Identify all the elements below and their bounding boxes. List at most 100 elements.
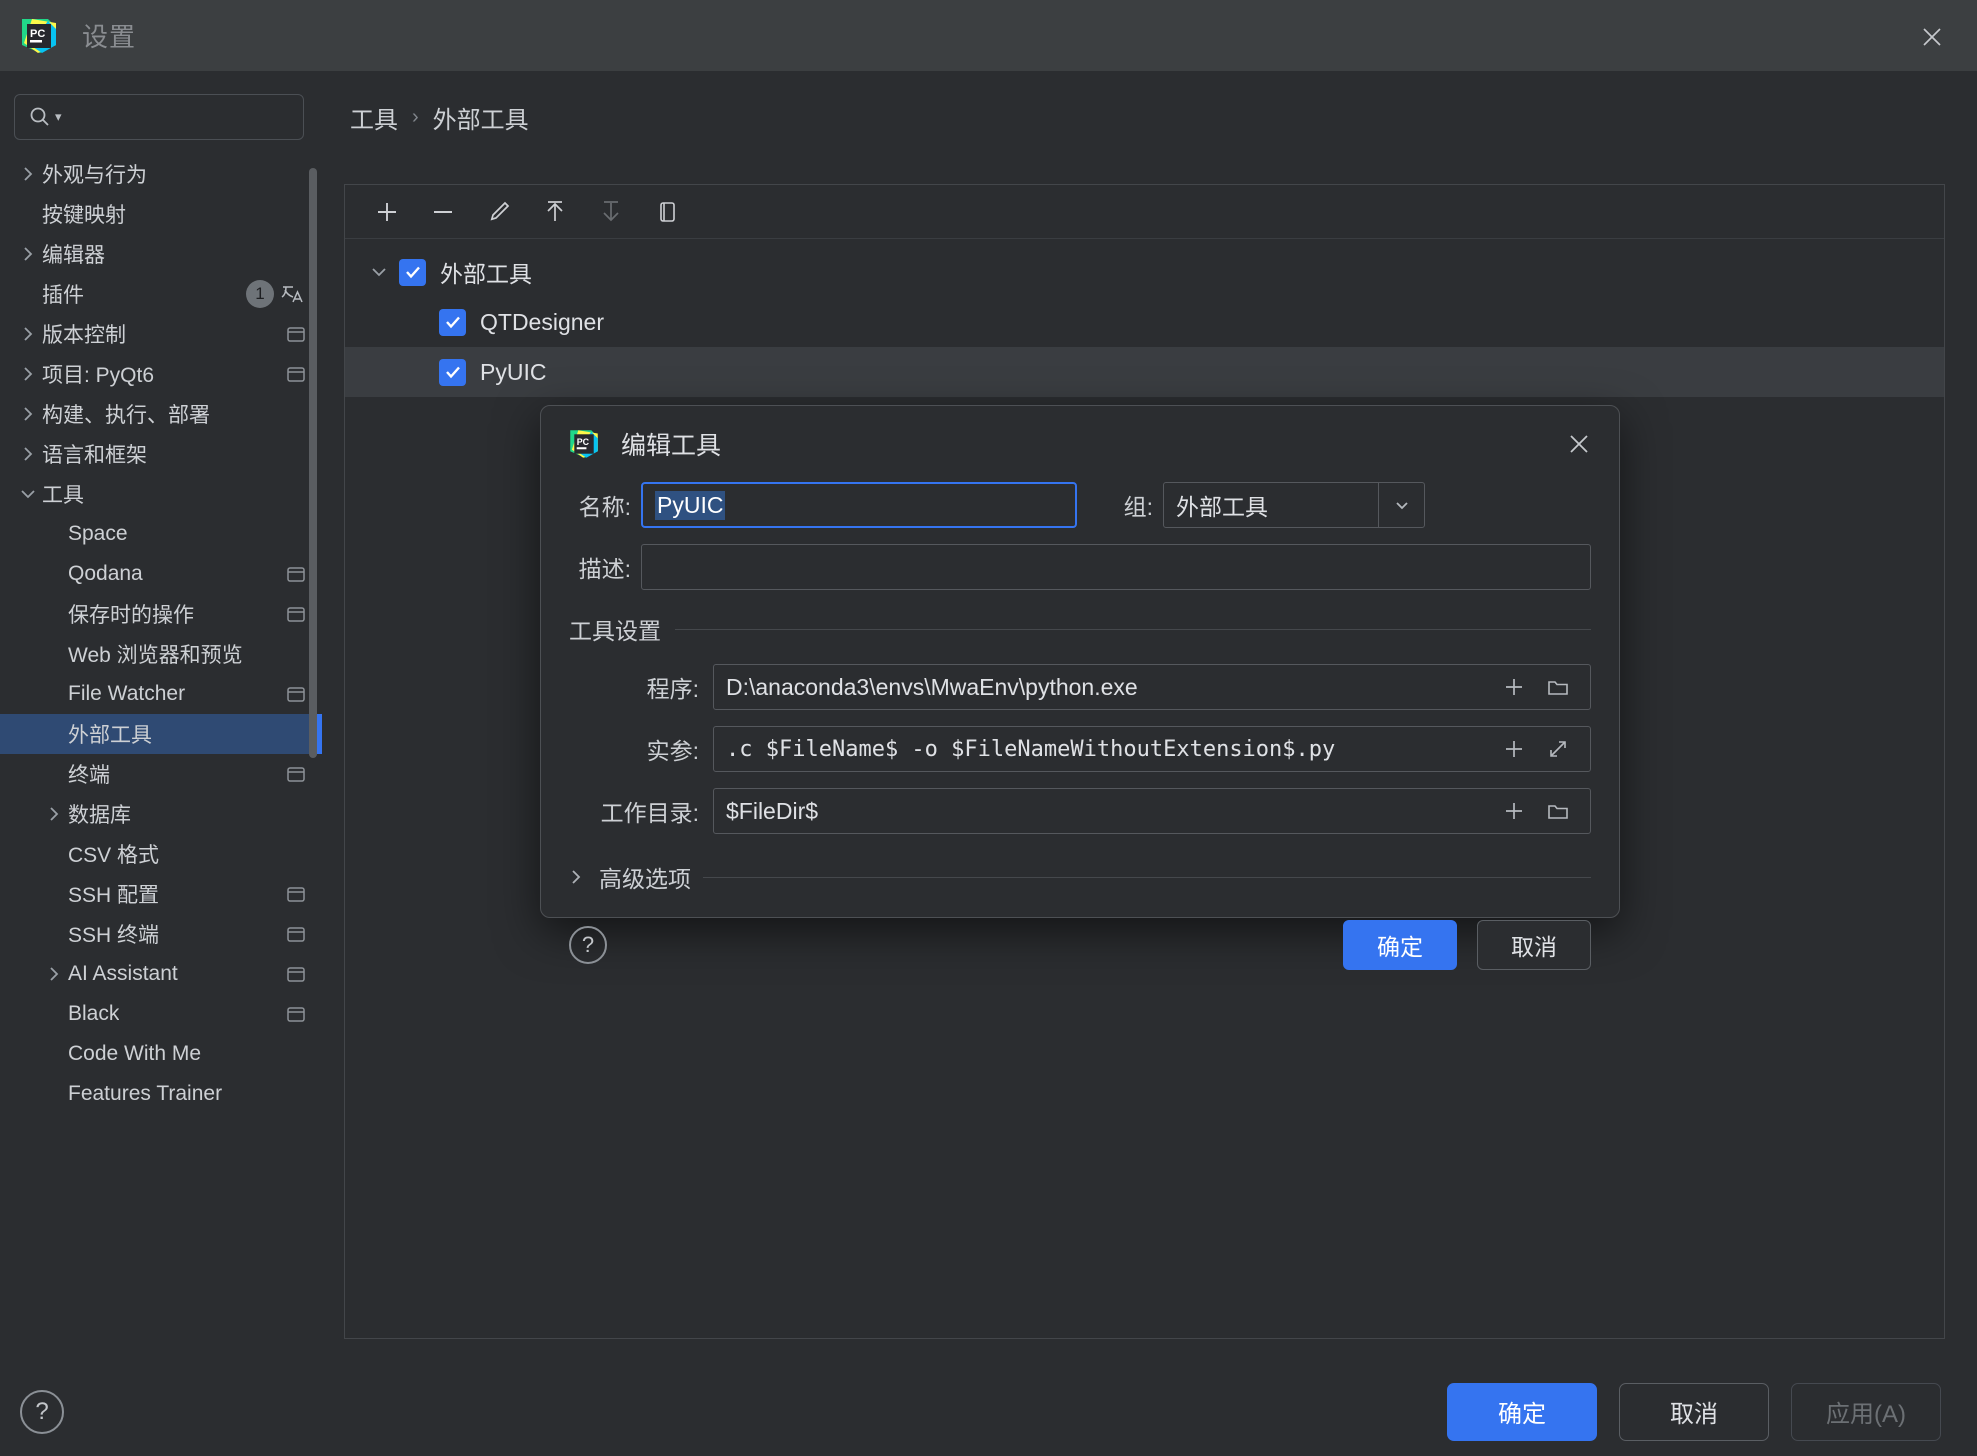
chevron-right-icon[interactable] bbox=[40, 805, 68, 823]
copy-icon bbox=[653, 198, 681, 226]
sidebar-item-12[interactable]: Web 浏览器和预览 bbox=[0, 634, 322, 674]
remove-tool-button[interactable] bbox=[415, 189, 471, 235]
checkbox[interactable] bbox=[439, 309, 466, 336]
sidebar-item-5[interactable]: 项目: PyQt6 bbox=[0, 354, 322, 394]
checkbox[interactable] bbox=[399, 259, 426, 286]
sidebar-item-10[interactable]: Qodana bbox=[0, 554, 322, 594]
divider bbox=[703, 877, 1591, 878]
sidebar-item-18[interactable]: SSH 配置 bbox=[0, 874, 322, 914]
sidebar-item-17[interactable]: CSV 格式 bbox=[0, 834, 322, 874]
workdir-field-actions bbox=[1494, 790, 1578, 832]
plus-icon[interactable] bbox=[1494, 790, 1534, 832]
sidebar-item-label: CSV 格式 bbox=[68, 839, 159, 869]
plus-icon[interactable] bbox=[1494, 666, 1534, 708]
table-row[interactable]: PyUIC bbox=[345, 347, 1944, 397]
sidebar-item-4[interactable]: 版本控制 bbox=[0, 314, 322, 354]
sidebar-item-11[interactable]: 保存时的操作 bbox=[0, 594, 322, 634]
chevron-right-icon[interactable] bbox=[14, 325, 42, 343]
folder-icon[interactable] bbox=[1538, 790, 1578, 832]
sidebar-item-label: Features Trainer bbox=[68, 1082, 222, 1106]
sidebar-scrollbar-thumb[interactable] bbox=[309, 168, 317, 758]
program-row: 程序: D:\anaconda3\envs\MwaEnv\python.exe bbox=[569, 664, 1591, 710]
tool-name-label: QTDesigner bbox=[480, 309, 604, 336]
question-mark-icon[interactable]: ? bbox=[20, 1390, 64, 1434]
workdir-input[interactable]: $FileDir$ bbox=[713, 788, 1591, 834]
program-input[interactable]: D:\anaconda3\envs\MwaEnv\python.exe bbox=[713, 664, 1591, 710]
cancel-button[interactable]: 取消 bbox=[1619, 1383, 1769, 1441]
advanced-options-label: 高级选项 bbox=[599, 860, 691, 894]
project-scope-icon bbox=[284, 322, 308, 346]
chevron-right-icon[interactable] bbox=[14, 405, 42, 423]
dialog-cancel-button[interactable]: 取消 bbox=[1477, 920, 1591, 970]
sidebar-item-15[interactable]: 终端 bbox=[0, 754, 322, 794]
search-box[interactable]: ▾ bbox=[14, 94, 304, 140]
sidebar-item-label: 项目: PyQt6 bbox=[42, 359, 154, 389]
folder-icon[interactable] bbox=[1538, 666, 1578, 708]
chevron-down-icon[interactable] bbox=[14, 486, 42, 502]
sidebar-item-0[interactable]: 外观与行为 bbox=[0, 154, 322, 194]
chevron-down-icon[interactable] bbox=[1378, 483, 1424, 527]
divider bbox=[675, 629, 1591, 630]
sidebar-item-3[interactable]: 插件1 bbox=[0, 274, 322, 314]
sidebar-item-9[interactable]: Space bbox=[0, 514, 322, 554]
pencil-icon bbox=[485, 198, 513, 226]
plus-icon[interactable] bbox=[1494, 728, 1534, 770]
project-scope-icon bbox=[284, 602, 308, 626]
sidebar-item-20[interactable]: AI Assistant bbox=[0, 954, 322, 994]
edit-tool-button[interactable] bbox=[471, 189, 527, 235]
project-scope-icon bbox=[284, 762, 308, 786]
sidebar-item-label: SSH 配置 bbox=[68, 879, 159, 909]
arguments-input[interactable]: .c $FileName$ -o $FileNameWithoutExtensi… bbox=[713, 726, 1591, 772]
chevron-right-icon[interactable] bbox=[40, 965, 68, 983]
expand-diagonal-icon[interactable] bbox=[1538, 728, 1578, 770]
sidebar-item-label: Web 浏览器和预览 bbox=[68, 639, 243, 669]
tool-settings-group-title: 工具设置 bbox=[569, 612, 1591, 646]
sidebar-tree: 外观与行为按键映射编辑器插件1版本控制项目: PyQt6 构建、执行、部署语言和框… bbox=[0, 154, 322, 1114]
breadcrumb-parent[interactable]: 工具 bbox=[350, 100, 398, 135]
close-icon[interactable] bbox=[1561, 426, 1597, 462]
sidebar-item-19[interactable]: SSH 终端 bbox=[0, 914, 322, 954]
search-input[interactable] bbox=[70, 107, 291, 127]
pycharm-logo-icon: PC bbox=[567, 427, 601, 461]
sidebar-item-23[interactable]: Features Trainer bbox=[0, 1074, 322, 1114]
sidebar-item-7[interactable]: 语言和框架 bbox=[0, 434, 322, 474]
name-input[interactable]: PyUIC bbox=[641, 482, 1077, 528]
chevron-right-icon[interactable] bbox=[14, 445, 42, 463]
group-combobox[interactable]: 外部工具 bbox=[1163, 482, 1425, 528]
chevron-right-icon[interactable] bbox=[14, 165, 42, 183]
breadcrumb-current: 外部工具 bbox=[433, 100, 529, 135]
sidebar-item-21[interactable]: Black bbox=[0, 994, 322, 1034]
advanced-options-toggle[interactable]: 高级选项 bbox=[569, 860, 1591, 894]
status-badge: 1 bbox=[246, 280, 274, 308]
search-dropdown-icon[interactable]: ▾ bbox=[55, 109, 62, 125]
move-up-button[interactable] bbox=[527, 189, 583, 235]
name-input-value: PyUIC bbox=[655, 491, 725, 520]
description-label: 描述: bbox=[569, 550, 631, 584]
group-label: 组: bbox=[1099, 488, 1153, 522]
sidebar-item-1[interactable]: 按键映射 bbox=[0, 194, 322, 234]
question-mark-icon[interactable]: ? bbox=[569, 926, 607, 964]
chevron-right-icon[interactable] bbox=[14, 365, 42, 383]
sidebar-item-8[interactable]: 工具 bbox=[0, 474, 322, 514]
sidebar-item-6[interactable]: 构建、执行、部署 bbox=[0, 394, 322, 434]
description-input[interactable] bbox=[641, 544, 1591, 590]
chevron-right-icon[interactable] bbox=[14, 245, 42, 263]
chevron-down-icon[interactable] bbox=[359, 264, 399, 280]
table-row[interactable]: 外部工具 bbox=[345, 247, 1944, 297]
sidebar-item-13[interactable]: File Watcher bbox=[0, 674, 322, 714]
copy-tool-button[interactable] bbox=[639, 189, 695, 235]
table-row[interactable]: QTDesigner bbox=[345, 297, 1944, 347]
dialog-ok-button[interactable]: 确定 bbox=[1343, 920, 1457, 970]
sidebar-item-14[interactable]: 外部工具 bbox=[0, 714, 322, 754]
project-scope-icon bbox=[284, 682, 308, 706]
sidebar-item-2[interactable]: 编辑器 bbox=[0, 234, 322, 274]
add-tool-button[interactable] bbox=[359, 189, 415, 235]
close-icon[interactable] bbox=[1913, 18, 1951, 56]
checkbox[interactable] bbox=[439, 359, 466, 386]
sidebar-item-22[interactable]: Code With Me bbox=[0, 1034, 322, 1074]
external-tools-tree: 外部工具 QTDesigner PyUIC bbox=[345, 239, 1944, 397]
ok-button[interactable]: 确定 bbox=[1447, 1383, 1597, 1441]
sidebar-item-16[interactable]: 数据库 bbox=[0, 794, 322, 834]
tool-name-label: PyUIC bbox=[480, 359, 546, 386]
arrow-down-icon bbox=[597, 198, 625, 226]
